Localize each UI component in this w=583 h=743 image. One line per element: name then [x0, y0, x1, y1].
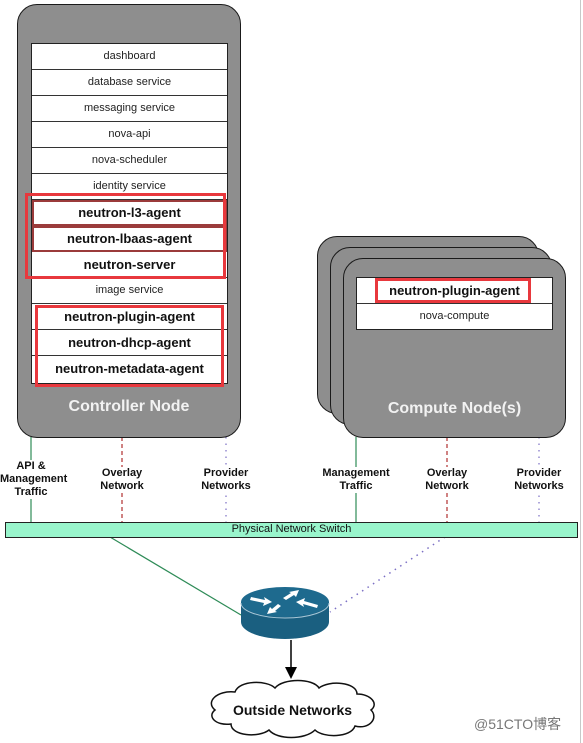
- service-nova-api: nova-api: [32, 122, 227, 148]
- physical-network-switch: Physical Network Switch: [5, 522, 578, 538]
- switch-router-management-line: [109, 536, 242, 616]
- highlight-box-compute-plugin-agent: [375, 278, 531, 303]
- service-dashboard: dashboard: [32, 44, 227, 70]
- service-messaging: messaging service: [32, 96, 227, 122]
- watermark: @51CTO博客: [474, 716, 562, 732]
- controller-management-label: API & Management Traffic: [0, 460, 68, 499]
- switch-router-provider-line: [329, 536, 446, 613]
- service-image: image service: [32, 278, 227, 304]
- router-icon: [240, 587, 330, 639]
- compute-provider-label: Provider Networks: [506, 467, 572, 493]
- highlight-box-neutron-agents: [35, 305, 224, 387]
- service-database: database service: [32, 70, 227, 96]
- service-nova-scheduler: nova-scheduler: [32, 148, 227, 174]
- controller-provider-label: Provider Networks: [193, 467, 259, 493]
- compute-overlay-label: Overlay Network: [417, 467, 477, 493]
- compute-node-label: Compute Node(s): [387, 400, 522, 417]
- controller-node-label: Controller Node: [68, 398, 190, 415]
- controller-overlay-label: Overlay Network: [92, 467, 152, 493]
- compute-management-label: Management Traffic: [318, 467, 394, 493]
- outside-networks-label: Outside Networks: [232, 702, 353, 718]
- service-nova-compute: nova-compute: [419, 310, 490, 322]
- highlight-box-network-services: [25, 193, 226, 279]
